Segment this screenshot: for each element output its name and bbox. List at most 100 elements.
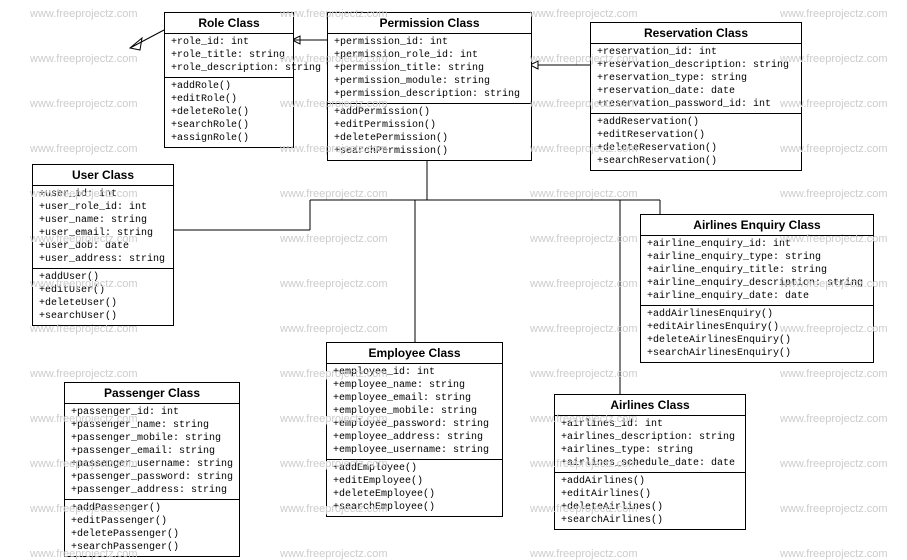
watermark: www.freeprojectz.com xyxy=(30,98,138,110)
attr-row: +permission_id: int xyxy=(332,36,527,49)
watermark: www.freeprojectz.com xyxy=(530,188,638,200)
watermark: www.freeprojectz.com xyxy=(30,143,138,155)
attr-row: +passenger_password: string xyxy=(69,471,235,484)
op-row: +searchAirlinesEnquiry() xyxy=(645,347,869,360)
op-row: +searchEmployee() xyxy=(331,501,498,514)
attr-row: +permission_title: string xyxy=(332,62,527,75)
attr-row: +passenger_address: string xyxy=(69,484,235,497)
attr-row: +reservation_id: int xyxy=(595,46,797,59)
op-row: +deletePermission() xyxy=(332,132,527,145)
ops-airlines: +addAirlines()+editAirlines()+deleteAirl… xyxy=(555,473,745,529)
attr-row: +user_id: int xyxy=(37,188,169,201)
attr-row: +role_description: string xyxy=(169,62,289,75)
attr-row: +permission_description: string xyxy=(332,88,527,101)
attr-row: +airline_enquiry_type: string xyxy=(645,251,869,264)
ops-user: +addUser()+editUser()+deleteUser()+searc… xyxy=(33,269,173,325)
attr-row: +airlines_type: string xyxy=(559,444,741,457)
attr-row: +user_name: string xyxy=(37,214,169,227)
op-row: +editPassenger() xyxy=(69,515,235,528)
op-row: +deleteAirlinesEnquiry() xyxy=(645,334,869,347)
attr-row: +airline_enquiry_title: string xyxy=(645,264,869,277)
attr-row: +passenger_name: string xyxy=(69,419,235,432)
watermark: www.freeprojectz.com xyxy=(530,233,638,245)
watermark: www.freeprojectz.com xyxy=(30,8,138,20)
watermark: www.freeprojectz.com xyxy=(530,278,638,290)
ops-enquiry: +addAirlinesEnquiry()+editAirlinesEnquir… xyxy=(641,306,873,362)
op-row: +addAirlinesEnquiry() xyxy=(645,308,869,321)
watermark: www.freeprojectz.com xyxy=(780,8,888,20)
class-title: User Class xyxy=(33,165,173,186)
op-row: +addRole() xyxy=(169,80,289,93)
watermark: www.freeprojectz.com xyxy=(280,278,388,290)
op-row: +searchAirlines() xyxy=(559,514,741,527)
attr-row: +user_dob: date xyxy=(37,240,169,253)
op-row: +editAirlines() xyxy=(559,488,741,501)
attrs-permission: +permission_id: int+permission_role_id: … xyxy=(328,34,531,104)
watermark: www.freeprojectz.com xyxy=(530,368,638,380)
class-passenger: Passenger Class +passenger_id: int+passe… xyxy=(64,382,240,557)
attr-row: +permission_module: string xyxy=(332,75,527,88)
watermark: www.freeprojectz.com xyxy=(780,368,888,380)
op-row: +editReservation() xyxy=(595,129,797,142)
class-title: Role Class xyxy=(165,13,293,34)
attr-row: +reservation_date: date xyxy=(595,85,797,98)
op-row: +deletePassenger() xyxy=(69,528,235,541)
attr-row: +employee_username: string xyxy=(331,444,498,457)
class-employee: Employee Class +employee_id: int+employe… xyxy=(326,342,503,517)
attr-row: +airlines_description: string xyxy=(559,431,741,444)
op-row: +addAirlines() xyxy=(559,475,741,488)
op-row: +addEmployee() xyxy=(331,462,498,475)
op-row: +addUser() xyxy=(37,271,169,284)
op-row: +searchReservation() xyxy=(595,155,797,168)
watermark: www.freeprojectz.com xyxy=(280,548,388,560)
attr-row: +airline_enquiry_date: date xyxy=(645,290,869,303)
op-row: +addPassenger() xyxy=(69,502,235,515)
watermark: www.freeprojectz.com xyxy=(780,548,888,560)
class-title: Permission Class xyxy=(328,13,531,34)
class-reservation: Reservation Class +reservation_id: int+r… xyxy=(590,22,802,171)
class-title: Reservation Class xyxy=(591,23,801,44)
attr-row: +role_title: string xyxy=(169,49,289,62)
op-row: +editEmployee() xyxy=(331,475,498,488)
attr-row: +employee_id: int xyxy=(331,366,498,379)
attr-row: +passenger_email: string xyxy=(69,445,235,458)
op-row: +addReservation() xyxy=(595,116,797,129)
op-row: +searchRole() xyxy=(169,119,289,132)
class-permission: Permission Class +permission_id: int+per… xyxy=(327,12,532,161)
op-row: +assignRole() xyxy=(169,132,289,145)
watermark: www.freeprojectz.com xyxy=(530,548,638,560)
class-airlines: Airlines Class +airlines_id: int+airline… xyxy=(554,394,746,530)
attrs-employee: +employee_id: int+employee_name: string+… xyxy=(327,364,502,460)
attr-row: +employee_password: string xyxy=(331,418,498,431)
attr-row: +user_role_id: int xyxy=(37,201,169,214)
class-title: Airlines Enquiry Class xyxy=(641,215,873,236)
attrs-passenger: +passenger_id: int+passenger_name: strin… xyxy=(65,404,239,500)
class-title: Airlines Class xyxy=(555,395,745,416)
watermark: www.freeprojectz.com xyxy=(530,323,638,335)
watermark: www.freeprojectz.com xyxy=(280,323,388,335)
op-row: +deleteUser() xyxy=(37,297,169,310)
op-row: +deleteEmployee() xyxy=(331,488,498,501)
attrs-airlines: +airlines_id: int+airlines_description: … xyxy=(555,416,745,473)
attr-row: +reservation_password_id: int xyxy=(595,98,797,111)
attr-row: +reservation_type: string xyxy=(595,72,797,85)
class-enquiry: Airlines Enquiry Class +airline_enquiry_… xyxy=(640,214,874,363)
attr-row: +passenger_username: string xyxy=(69,458,235,471)
op-row: +deleteRole() xyxy=(169,106,289,119)
attr-row: +employee_email: string xyxy=(331,392,498,405)
attr-row: +reservation_description: string xyxy=(595,59,797,72)
attrs-reservation: +reservation_id: int+reservation_descrip… xyxy=(591,44,801,114)
ops-passenger: +addPassenger()+editPassenger()+deletePa… xyxy=(65,500,239,556)
op-row: +editAirlinesEnquiry() xyxy=(645,321,869,334)
class-role: Role Class +role_id: int+role_title: str… xyxy=(164,12,294,148)
watermark: www.freeprojectz.com xyxy=(530,8,638,20)
attr-row: +permission_role_id: int xyxy=(332,49,527,62)
watermark: www.freeprojectz.com xyxy=(280,233,388,245)
watermark: www.freeprojectz.com xyxy=(780,503,888,515)
attr-row: +airline_enquiry_description: string xyxy=(645,277,869,290)
watermark: www.freeprojectz.com xyxy=(780,188,888,200)
ops-permission: +addPermission()+editPermission()+delete… xyxy=(328,104,531,160)
watermark: www.freeprojectz.com xyxy=(30,368,138,380)
ops-role: +addRole()+editRole()+deleteRole()+searc… xyxy=(165,78,293,147)
op-row: +searchPassenger() xyxy=(69,541,235,554)
